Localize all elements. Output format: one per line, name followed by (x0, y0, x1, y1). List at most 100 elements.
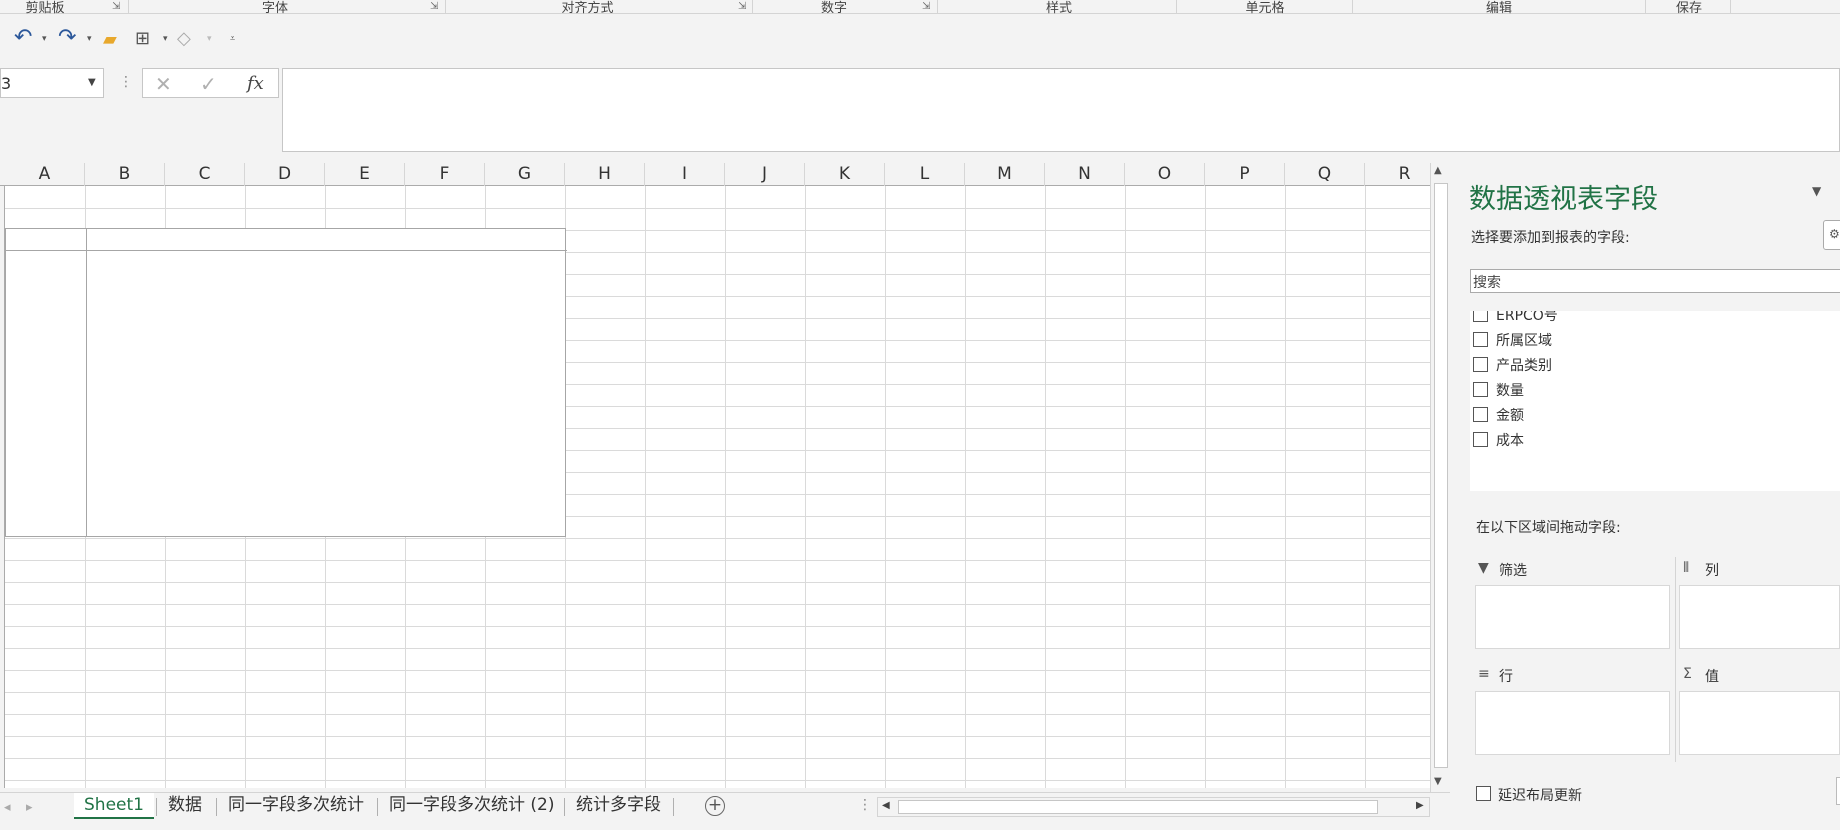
horizontal-scrollbar[interactable]: ◀ ▶ (877, 797, 1430, 817)
update-button[interactable] (1836, 777, 1840, 805)
field-checkbox[interactable] (1473, 432, 1488, 447)
customize-toolbar-icon[interactable]: ⩡ (230, 34, 235, 44)
sheet-tab[interactable]: Sheet1 (74, 793, 154, 819)
scroll-down-icon[interactable]: ▼ (1434, 776, 1442, 787)
column-header-o[interactable]: O (1125, 163, 1205, 186)
column-header-f[interactable]: F (405, 163, 485, 186)
grid-row-line (5, 208, 1430, 209)
tab-split-grip-icon[interactable]: ⋮ (858, 797, 872, 813)
column-header-j[interactable]: J (725, 163, 805, 186)
column-header-l[interactable]: L (885, 163, 965, 186)
name-box-value: 3 (1, 74, 12, 93)
grid-column-line (1285, 186, 1286, 788)
column-header-k[interactable]: K (805, 163, 885, 186)
field-checkbox[interactable] (1473, 332, 1488, 347)
layout-dropdown-icon[interactable]: ▾ (163, 34, 168, 44)
font-launcher-icon[interactable]: ⇲ (430, 1, 438, 12)
shapes-dropdown-icon[interactable]: ▾ (207, 34, 212, 44)
sheet-tab[interactable]: 同一字段多次统计 (2) (379, 793, 564, 819)
column-header-r[interactable]: R (1365, 163, 1430, 186)
scroll-up-icon[interactable]: ▲ (1434, 165, 1442, 176)
field-list-item[interactable]: ERPCO号 (1470, 311, 1840, 326)
ribbon-divider (1176, 0, 1177, 14)
defer-update-checkbox[interactable] (1476, 786, 1491, 801)
grid-row-line (5, 736, 1430, 737)
cancel-icon[interactable]: ✕ (155, 72, 172, 96)
pane-title: 数据透视表字段 (1469, 184, 1658, 215)
field-search-input[interactable]: 搜索 (1470, 269, 1840, 293)
field-list-item[interactable]: 成本 (1470, 429, 1840, 451)
clipboard-launcher-icon[interactable]: ⇲ (112, 1, 120, 12)
column-header-c[interactable]: C (165, 163, 245, 186)
scroll-left-icon[interactable]: ◀ (882, 800, 890, 811)
field-checkbox[interactable] (1473, 357, 1488, 372)
field-checkbox[interactable] (1473, 382, 1488, 397)
vertical-scrollbar[interactable]: ▲ ▼ (1430, 163, 1450, 793)
column-header-h[interactable]: H (565, 163, 645, 186)
spreadsheet-grid[interactable]: ABCDEFGHIJKLMNOPQR (0, 163, 1430, 788)
ribbon-group-editing: 编辑 (1485, 1, 1512, 16)
quick-access-toolbar: ↶ ▾ ↷ ▾ ▰ ⊞ ▾ ◇ ▾ ⩡ (0, 14, 1840, 68)
column-header-a[interactable]: A (5, 163, 85, 186)
ribbon-group-alignment: 对齐方式 (561, 1, 614, 16)
name-box-dropdown-icon[interactable]: ▼ (88, 77, 96, 88)
column-header-i[interactable]: I (645, 163, 725, 186)
column-header-n[interactable]: N (1045, 163, 1125, 186)
column-header-d[interactable]: D (245, 163, 325, 186)
open-folder-icon[interactable]: ▰ (103, 28, 117, 52)
enter-icon[interactable]: ✓ (200, 72, 217, 96)
undo-icon[interactable]: ↶ (14, 26, 32, 50)
field-list-item[interactable]: 所属区域 (1470, 329, 1840, 351)
layout-icon[interactable]: ⊞ (135, 27, 150, 51)
column-header-e[interactable]: E (325, 163, 405, 186)
field-label: 金额 (1496, 408, 1524, 424)
grid-row-line (5, 780, 1430, 781)
formula-bar-grip-icon[interactable]: ⋮ (119, 74, 133, 90)
alignment-launcher-icon[interactable]: ⇲ (738, 1, 746, 12)
scroll-right-icon[interactable]: ▶ (1416, 800, 1424, 811)
grid-row-line (5, 538, 1430, 539)
values-area-drop-zone[interactable] (1679, 691, 1840, 755)
sum-icon: Σ (1683, 666, 1692, 682)
field-label: 产品类别 (1496, 358, 1552, 374)
field-checkbox[interactable] (1473, 311, 1488, 322)
ribbon-group-cells: 单元格 (1245, 1, 1285, 16)
column-header-m[interactable]: M (965, 163, 1045, 186)
shapes-icon[interactable]: ◇ (177, 27, 191, 51)
column-header-q[interactable]: Q (1285, 163, 1365, 186)
redo-icon[interactable]: ↷ (58, 26, 76, 50)
column-header-b[interactable]: B (85, 163, 165, 186)
sheet-tab[interactable]: 数据 (158, 793, 212, 819)
field-list-item[interactable]: 数量 (1470, 379, 1840, 401)
horizontal-scroll-thumb[interactable] (898, 800, 1378, 814)
undo-dropdown-icon[interactable]: ▾ (42, 34, 47, 44)
filter-icon: ▼ (1478, 560, 1489, 576)
vertical-scroll-thumb[interactable] (1434, 183, 1448, 768)
filter-area-title: 筛选 (1499, 563, 1527, 579)
grid-row-line (5, 758, 1430, 759)
rows-area-drop-zone[interactable] (1475, 691, 1670, 755)
add-sheet-icon[interactable]: + (705, 796, 725, 816)
column-header-g[interactable]: G (485, 163, 565, 186)
field-list-item[interactable]: 金额 (1470, 404, 1840, 426)
ribbon-group-labels: 剪贴板 ⇲ 字体 ⇲ 对齐方式 ⇲ 数字 ⇲ 样式 单元格 编辑 保存 (0, 0, 1840, 16)
insert-function-icon[interactable]: fx (247, 73, 264, 94)
sheet-tab[interactable]: 统计多字段 (566, 793, 671, 819)
sheet-tab[interactable]: 同一字段多次统计 (218, 793, 374, 819)
field-checkbox[interactable] (1473, 407, 1488, 422)
column-header-p[interactable]: P (1205, 163, 1285, 186)
field-list-item[interactable]: 产品类别 (1470, 354, 1840, 376)
number-launcher-icon[interactable]: ⇲ (922, 1, 930, 12)
redo-dropdown-icon[interactable]: ▾ (87, 34, 92, 44)
pivot-table-placeholder[interactable] (5, 228, 567, 537)
columns-area-drop-zone[interactable] (1679, 585, 1840, 649)
ribbon-divider (1352, 0, 1353, 14)
pane-options-dropdown-icon[interactable]: ▼ (1812, 184, 1821, 198)
tab-scroll-right-icon[interactable]: ▸ (26, 800, 33, 815)
tab-divider (216, 798, 217, 816)
field-list: ERPCO号所属区域产品类别数量金额成本 (1470, 311, 1840, 491)
formula-input[interactable] (282, 68, 1840, 152)
filter-area-drop-zone[interactable] (1475, 585, 1670, 649)
tab-scroll-left-icon[interactable]: ◂ (4, 800, 11, 815)
field-list-tools-button[interactable]: ⚙ (1823, 220, 1840, 250)
